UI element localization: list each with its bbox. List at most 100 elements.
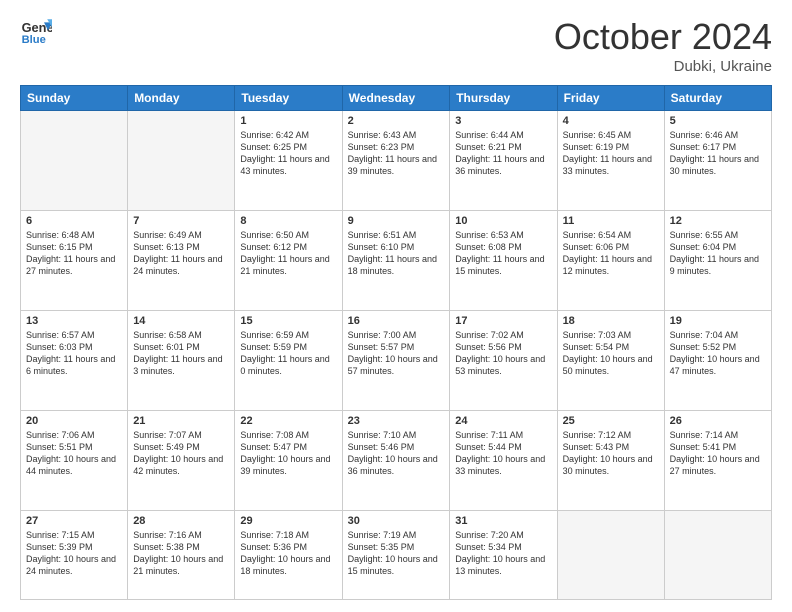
day-number: 1 bbox=[240, 115, 336, 127]
day-number: 13 bbox=[26, 315, 122, 327]
day-number: 29 bbox=[240, 515, 336, 527]
title-block: October 2024 Dubki, Ukraine bbox=[554, 16, 772, 75]
day-detail: Sunrise: 6:44 AMSunset: 6:21 PMDaylight:… bbox=[455, 129, 551, 178]
calendar-cell: 19 Sunrise: 7:04 AMSunset: 5:52 PMDayligh… bbox=[664, 310, 771, 410]
day-detail: Sunrise: 6:48 AMSunset: 6:15 PMDaylight:… bbox=[26, 229, 122, 278]
day-number: 21 bbox=[133, 415, 229, 427]
page: General Blue October 2024 Dubki, Ukraine… bbox=[0, 0, 792, 612]
day-detail: Sunrise: 6:57 AMSunset: 6:03 PMDaylight:… bbox=[26, 329, 122, 378]
calendar-cell: 3 Sunrise: 6:44 AMSunset: 6:21 PMDaylight… bbox=[450, 111, 557, 211]
day-detail: Sunrise: 7:20 AMSunset: 5:34 PMDaylight:… bbox=[455, 529, 551, 578]
day-number: 10 bbox=[455, 215, 551, 227]
day-number: 18 bbox=[563, 315, 659, 327]
day-number: 3 bbox=[455, 115, 551, 127]
calendar-cell bbox=[664, 510, 771, 599]
day-detail: Sunrise: 7:10 AMSunset: 5:46 PMDaylight:… bbox=[348, 429, 445, 478]
logo: General Blue bbox=[20, 16, 52, 48]
calendar-cell: 1 Sunrise: 6:42 AMSunset: 6:25 PMDaylight… bbox=[235, 111, 342, 211]
day-detail: Sunrise: 6:49 AMSunset: 6:13 PMDaylight:… bbox=[133, 229, 229, 278]
day-detail: Sunrise: 7:11 AMSunset: 5:44 PMDaylight:… bbox=[455, 429, 551, 478]
day-number: 2 bbox=[348, 115, 445, 127]
calendar-cell: 17 Sunrise: 7:02 AMSunset: 5:56 PMDayligh… bbox=[450, 310, 557, 410]
day-number: 24 bbox=[455, 415, 551, 427]
day-detail: Sunrise: 7:04 AMSunset: 5:52 PMDaylight:… bbox=[670, 329, 766, 378]
calendar-cell: 12Sunrise: 6:55 AMSunset: 6:04 PMDayligh… bbox=[664, 210, 771, 310]
day-detail: Sunrise: 7:06 AMSunset: 5:51 PMDaylight:… bbox=[26, 429, 122, 478]
svg-text:Blue: Blue bbox=[22, 34, 46, 46]
day-number: 15 bbox=[240, 315, 336, 327]
calendar-cell: 31Sunrise: 7:20 AMSunset: 5:34 PMDayligh… bbox=[450, 510, 557, 599]
day-number: 6 bbox=[26, 215, 122, 227]
calendar-cell: 18 Sunrise: 7:03 AMSunset: 5:54 PMDayligh… bbox=[557, 310, 664, 410]
day-number: 23 bbox=[348, 415, 445, 427]
calendar-cell: 28 Sunrise: 7:16 AMSunset: 5:38 PMDayligh… bbox=[128, 510, 235, 599]
calendar-cell: 15 Sunrise: 6:59 AMSunset: 5:59 PMDayligh… bbox=[235, 310, 342, 410]
day-detail: Sunrise: 7:14 AMSunset: 5:41 PMDaylight:… bbox=[670, 429, 766, 478]
day-detail: Sunrise: 7:03 AMSunset: 5:54 PMDaylight:… bbox=[563, 329, 659, 378]
calendar-cell: 26 Sunrise: 7:14 AMSunset: 5:41 PMDayligh… bbox=[664, 410, 771, 510]
day-number: 14 bbox=[133, 315, 229, 327]
logo-icon: General Blue bbox=[20, 16, 52, 48]
day-number: 30 bbox=[348, 515, 445, 527]
day-number: 19 bbox=[670, 315, 766, 327]
calendar-cell: 5Sunrise: 6:46 AMSunset: 6:17 PMDaylight… bbox=[664, 111, 771, 211]
day-detail: Sunrise: 7:15 AMSunset: 5:39 PMDaylight:… bbox=[26, 529, 122, 578]
day-detail: Sunrise: 7:18 AMSunset: 5:36 PMDaylight:… bbox=[240, 529, 336, 578]
calendar-cell: 14 Sunrise: 6:58 AMSunset: 6:01 PMDayligh… bbox=[128, 310, 235, 410]
calendar-cell: 9Sunrise: 6:51 AMSunset: 6:10 PMDaylight… bbox=[342, 210, 450, 310]
day-detail: Sunrise: 6:45 AMSunset: 6:19 PMDaylight:… bbox=[563, 129, 659, 178]
day-detail: Sunrise: 7:02 AMSunset: 5:56 PMDaylight:… bbox=[455, 329, 551, 378]
calendar-cell: 7 Sunrise: 6:49 AMSunset: 6:13 PMDaylight… bbox=[128, 210, 235, 310]
weekday-header-row: Sunday Monday Tuesday Wednesday Thursday… bbox=[21, 86, 772, 111]
calendar-cell bbox=[128, 111, 235, 211]
calendar-cell: 10 Sunrise: 6:53 AMSunset: 6:08 PMDayligh… bbox=[450, 210, 557, 310]
day-number: 17 bbox=[455, 315, 551, 327]
calendar-table: Sunday Monday Tuesday Wednesday Thursday… bbox=[20, 85, 772, 600]
calendar-cell bbox=[557, 510, 664, 599]
calendar-cell: 2 Sunrise: 6:43 AMSunset: 6:23 PMDaylight… bbox=[342, 111, 450, 211]
day-detail: Sunrise: 7:07 AMSunset: 5:49 PMDaylight:… bbox=[133, 429, 229, 478]
day-detail: Sunrise: 7:08 AMSunset: 5:47 PMDaylight:… bbox=[240, 429, 336, 478]
header-friday: Friday bbox=[557, 86, 664, 111]
calendar-cell: 11 Sunrise: 6:54 AMSunset: 6:06 PMDayligh… bbox=[557, 210, 664, 310]
day-number: 4 bbox=[563, 115, 659, 127]
calendar-cell: 20Sunrise: 7:06 AMSunset: 5:51 PMDayligh… bbox=[21, 410, 128, 510]
day-number: 26 bbox=[670, 415, 766, 427]
calendar-cell: 21 Sunrise: 7:07 AMSunset: 5:49 PMDayligh… bbox=[128, 410, 235, 510]
day-number: 22 bbox=[240, 415, 336, 427]
calendar-cell: 24 Sunrise: 7:11 AMSunset: 5:44 PMDayligh… bbox=[450, 410, 557, 510]
header-monday: Monday bbox=[128, 86, 235, 111]
header-thursday: Thursday bbox=[450, 86, 557, 111]
calendar-cell: 25Sunrise: 7:12 AMSunset: 5:43 PMDayligh… bbox=[557, 410, 664, 510]
day-detail: Sunrise: 6:51 AMSunset: 6:10 PMDaylight:… bbox=[348, 229, 445, 278]
calendar-cell: 27 Sunrise: 7:15 AMSunset: 5:39 PMDayligh… bbox=[21, 510, 128, 599]
calendar-cell: 16Sunrise: 7:00 AMSunset: 5:57 PMDayligh… bbox=[342, 310, 450, 410]
day-detail: Sunrise: 6:54 AMSunset: 6:06 PMDaylight:… bbox=[563, 229, 659, 278]
day-number: 11 bbox=[563, 215, 659, 227]
calendar-cell: 23 Sunrise: 7:10 AMSunset: 5:46 PMDayligh… bbox=[342, 410, 450, 510]
day-detail: Sunrise: 7:16 AMSunset: 5:38 PMDaylight:… bbox=[133, 529, 229, 578]
day-detail: Sunrise: 6:59 AMSunset: 5:59 PMDaylight:… bbox=[240, 329, 336, 378]
month-title: October 2024 bbox=[554, 16, 772, 58]
day-detail: Sunrise: 6:58 AMSunset: 6:01 PMDaylight:… bbox=[133, 329, 229, 378]
day-detail: Sunrise: 7:00 AMSunset: 5:57 PMDaylight:… bbox=[348, 329, 445, 378]
header-tuesday: Tuesday bbox=[235, 86, 342, 111]
calendar-cell: 4 Sunrise: 6:45 AMSunset: 6:19 PMDaylight… bbox=[557, 111, 664, 211]
day-number: 25 bbox=[563, 415, 659, 427]
calendar-cell: 29 Sunrise: 7:18 AMSunset: 5:36 PMDayligh… bbox=[235, 510, 342, 599]
day-number: 28 bbox=[133, 515, 229, 527]
calendar-cell bbox=[21, 111, 128, 211]
calendar-cell: 6 Sunrise: 6:48 AMSunset: 6:15 PMDaylight… bbox=[21, 210, 128, 310]
header-wednesday: Wednesday bbox=[342, 86, 450, 111]
day-number: 7 bbox=[133, 215, 229, 227]
day-number: 27 bbox=[26, 515, 122, 527]
calendar-cell: 30Sunrise: 7:19 AMSunset: 5:35 PMDayligh… bbox=[342, 510, 450, 599]
header-sunday: Sunday bbox=[21, 86, 128, 111]
calendar-cell: 22 Sunrise: 7:08 AMSunset: 5:47 PMDayligh… bbox=[235, 410, 342, 510]
day-detail: Sunrise: 6:42 AMSunset: 6:25 PMDaylight:… bbox=[240, 129, 336, 178]
calendar-cell: 8Sunrise: 6:50 AMSunset: 6:12 PMDaylight… bbox=[235, 210, 342, 310]
header: General Blue October 2024 Dubki, Ukraine bbox=[20, 16, 772, 75]
day-detail: Sunrise: 6:50 AMSunset: 6:12 PMDaylight:… bbox=[240, 229, 336, 278]
day-detail: Sunrise: 6:53 AMSunset: 6:08 PMDaylight:… bbox=[455, 229, 551, 278]
day-detail: Sunrise: 6:43 AMSunset: 6:23 PMDaylight:… bbox=[348, 129, 445, 178]
